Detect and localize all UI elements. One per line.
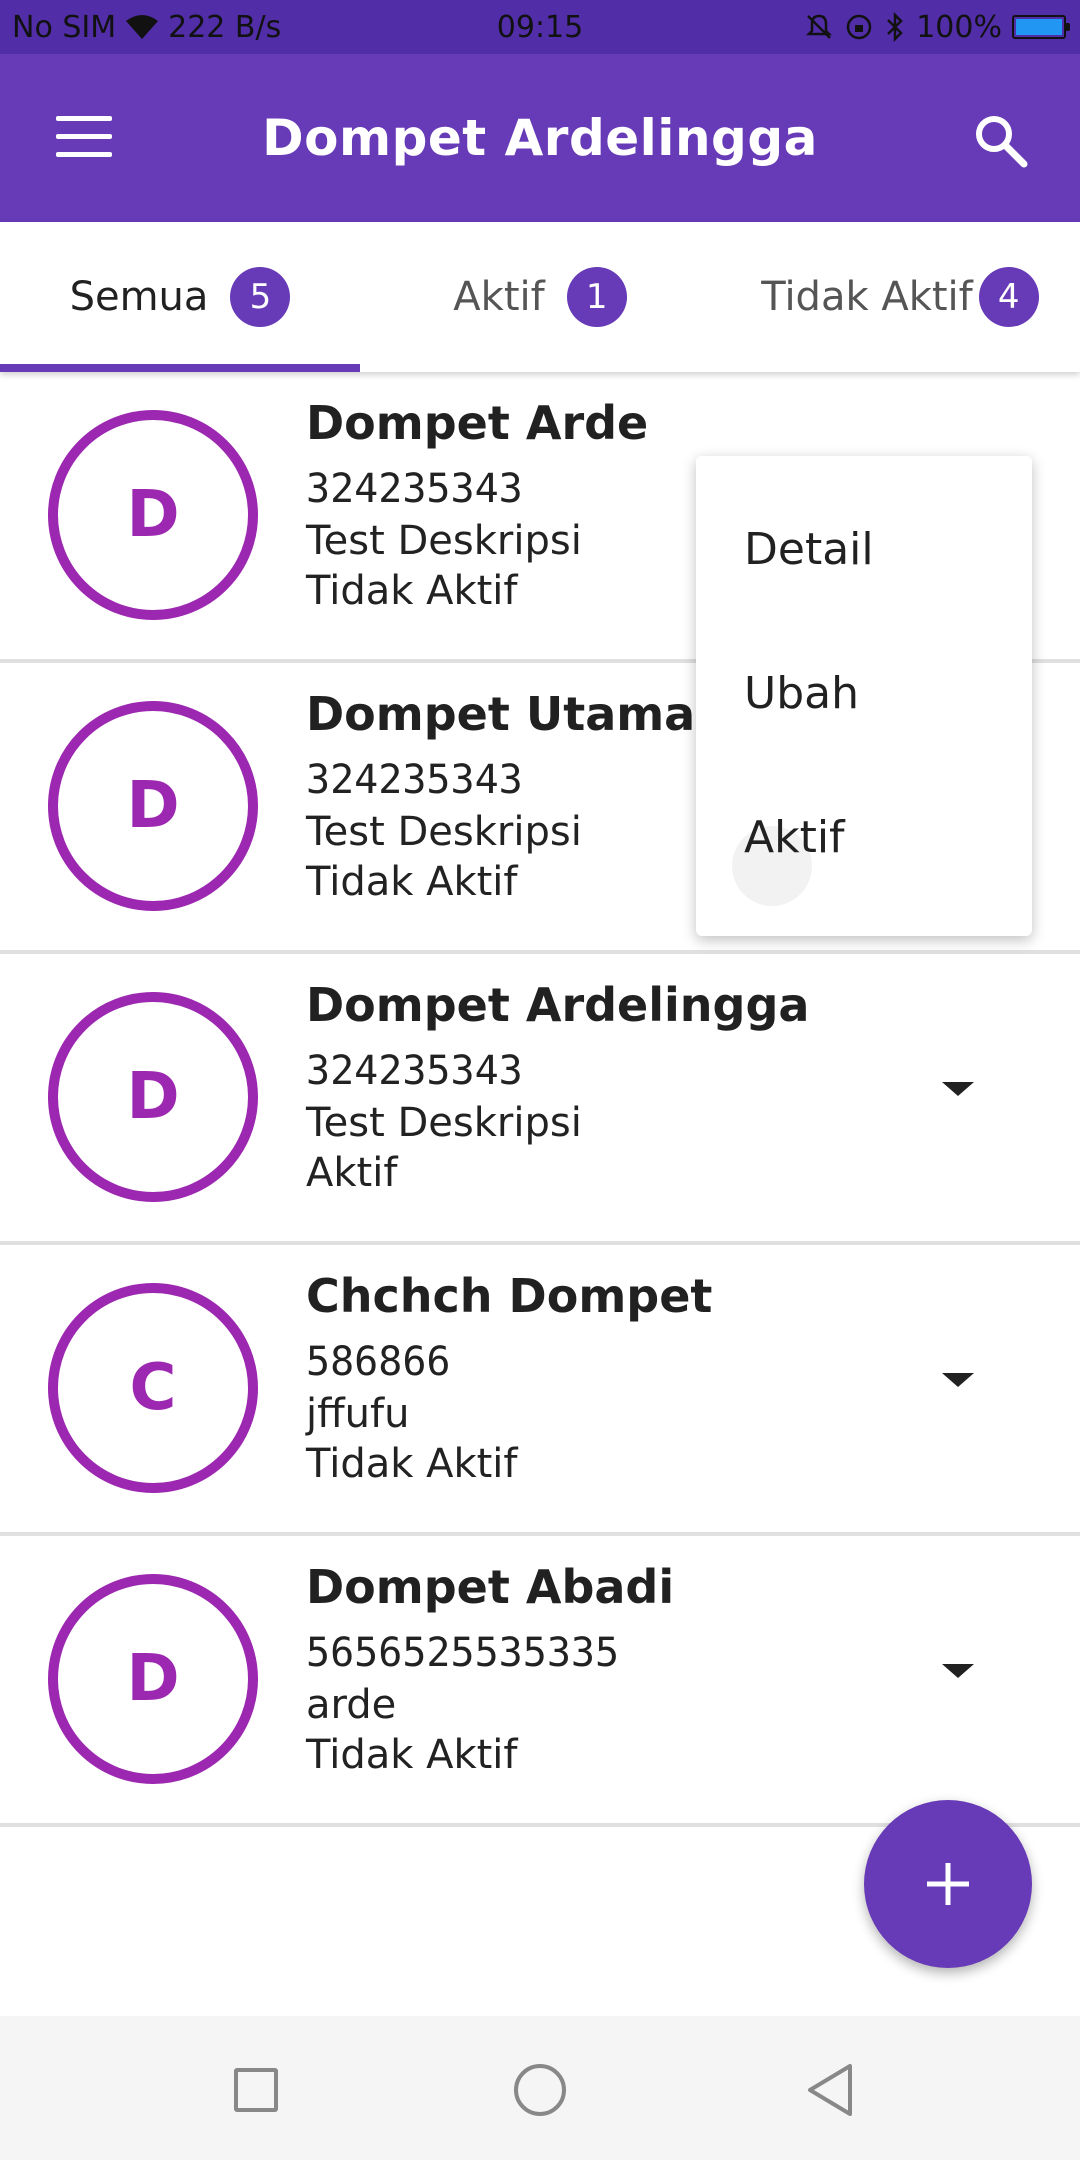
wallet-number: 324235343 <box>306 1048 523 1094</box>
status-bar-right: 100% <box>804 9 1070 45</box>
wallet-number: 586866 <box>306 1339 451 1385</box>
tab-bar: Semua 5 Aktif 1 Tidak Aktif 4 <box>0 222 1080 372</box>
wallet-description: jffufu <box>306 1391 410 1437</box>
tab-count-badge: 4 <box>978 267 1039 327</box>
tab-tidak-aktif[interactable]: Tidak Aktif 4 <box>720 222 1080 372</box>
tab-aktif[interactable]: Aktif 1 <box>360 222 720 372</box>
home-icon[interactable] <box>514 2064 566 2116</box>
caret-down-icon[interactable] <box>942 1373 974 1387</box>
wallet-name: Dompet Ardelingga <box>306 978 810 1032</box>
wallet-options-menu: Detail Ubah Aktif <box>696 456 1032 936</box>
bluetooth-icon <box>887 12 903 42</box>
avatar: D <box>48 701 258 911</box>
wallet-status: Tidak Aktif <box>306 1732 518 1778</box>
caret-down-icon[interactable] <box>942 1082 974 1096</box>
tab-label: Aktif <box>453 274 545 320</box>
wallet-description: Test Deskripsi <box>306 518 582 564</box>
wallet-name: Dompet Abadi <box>306 1560 675 1614</box>
app-bar: Dompet Ardelingga <box>0 54 1080 222</box>
status-bar: No SIM 222 B/s 09:15 100% <box>0 0 1080 54</box>
tab-count-badge: 1 <box>566 267 627 327</box>
wallet-name: Chchch Dompet <box>306 1269 713 1323</box>
rotation-lock-icon <box>846 14 872 40</box>
menu-item-aktif[interactable]: Aktif <box>744 812 845 863</box>
menu-item-ubah[interactable]: Ubah <box>744 668 859 719</box>
wallet-number: 324235343 <box>306 466 523 512</box>
wallet-status: Tidak Aktif <box>306 859 518 905</box>
wallet-number: 324235343 <box>306 757 523 803</box>
tab-semua[interactable]: Semua 5 <box>0 222 360 372</box>
tab-count-badge: 5 <box>230 267 291 327</box>
wallet-name: Dompet Utama <box>306 687 696 741</box>
battery-icon <box>1012 15 1070 39</box>
app-title: Dompet Ardelingga <box>262 109 818 167</box>
wallet-status: Aktif <box>306 1150 398 1196</box>
back-icon[interactable] <box>804 2060 856 2120</box>
wallet-description: Test Deskripsi <box>306 809 582 855</box>
mute-icon <box>806 14 833 39</box>
avatar: D <box>48 1574 258 1784</box>
plus-icon <box>927 1863 969 1905</box>
tab-indicator <box>0 364 360 372</box>
recent-apps-icon[interactable] <box>234 2068 278 2112</box>
wallet-row[interactable]: D Dompet Abadi 5656525535335 arde Tidak … <box>0 1536 1080 1827</box>
avatar: D <box>48 992 258 1202</box>
search-icon[interactable] <box>970 110 1030 170</box>
tab-label: Semua <box>69 274 209 320</box>
wallet-row[interactable]: D Dompet Ardelingga 324235343 Test Deskr… <box>0 954 1080 1245</box>
wallet-status: Tidak Aktif <box>306 1441 518 1487</box>
wallet-description: Test Deskripsi <box>306 1100 582 1146</box>
wallet-row[interactable]: C Chchch Dompet 586866 jffufu Tidak Akti… <box>0 1245 1080 1536</box>
wallet-status: Tidak Aktif <box>306 568 518 614</box>
avatar: C <box>48 1283 258 1493</box>
wallet-number: 5656525535335 <box>306 1630 620 1676</box>
menu-item-detail[interactable]: Detail <box>744 524 874 575</box>
tab-label: Tidak Aktif <box>761 274 973 320</box>
wallet-name: Dompet Arde <box>306 396 649 450</box>
add-wallet-button[interactable] <box>864 1800 1032 1968</box>
avatar: D <box>48 410 258 620</box>
caret-down-icon[interactable] <box>942 1664 974 1678</box>
system-nav-bar <box>0 2016 1080 2160</box>
battery-percent: 100% <box>916 9 1002 45</box>
wallet-description: arde <box>306 1682 397 1728</box>
